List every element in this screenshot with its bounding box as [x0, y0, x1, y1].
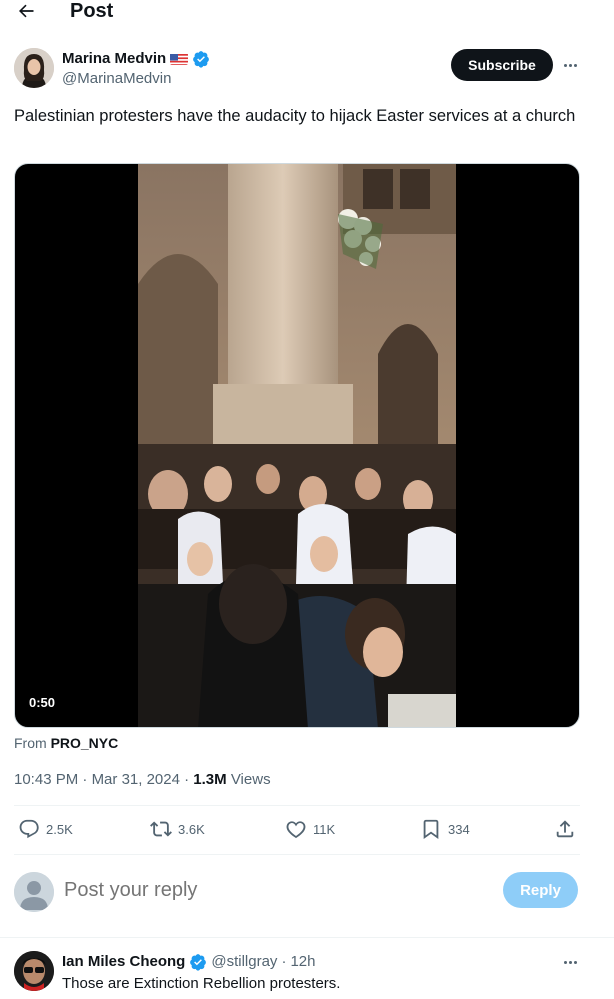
reply-button[interactable]: 2.5K: [18, 818, 73, 840]
from-label: From: [14, 735, 47, 751]
commenter-avatar[interactable]: [14, 951, 54, 991]
repost-icon: [150, 821, 172, 837]
reply-icon: [19, 819, 39, 839]
video-source: From PRO_NYC: [14, 735, 118, 751]
commenter-name[interactable]: Ian Miles Cheong: [62, 953, 185, 971]
verified-badge-icon: [190, 954, 207, 971]
source-link[interactable]: PRO_NYC: [51, 735, 119, 751]
verified-badge-icon: [193, 51, 210, 68]
divider: [14, 805, 580, 806]
share-icon: [556, 820, 574, 838]
us-flag-icon: [170, 53, 189, 65]
arrow-left-icon: [19, 4, 34, 18]
author-avatar[interactable]: [14, 48, 54, 88]
more-icon[interactable]: [558, 950, 582, 974]
reply-input[interactable]: [64, 877, 444, 903]
comment-time[interactable]: 12h: [290, 953, 315, 971]
author-name[interactable]: Marina Medvin: [62, 50, 166, 68]
reply-submit-button[interactable]: Reply: [503, 872, 578, 908]
heart-icon: [286, 821, 306, 839]
repost-button[interactable]: 3.6K: [150, 818, 205, 840]
video-duration: 0:50: [29, 695, 56, 710]
divider: [14, 854, 580, 855]
current-user-avatar: [14, 872, 54, 912]
views-label: Views: [230, 771, 271, 788]
bookmark-icon: [423, 819, 439, 839]
repost-count: 3.6K: [178, 821, 205, 837]
action-bar: 2.5K 3.6K 11K 334: [14, 818, 580, 842]
share-button[interactable]: [554, 818, 576, 840]
like-button[interactable]: 11K: [285, 818, 335, 840]
post-meta: 10:43 PM · Mar 31, 2024 · 1.3M Views: [14, 771, 271, 788]
author-name-row: Marina Medvin: [62, 50, 210, 68]
post-text: Palestinian protesters have the audacity…: [14, 107, 576, 125]
comment-text: Those are Extinction Rebellion protester…: [62, 975, 341, 992]
commenter-handle[interactable]: @stillgray: [211, 953, 277, 971]
like-count: 11K: [313, 821, 336, 837]
back-button[interactable]: [14, 0, 38, 22]
reply-count: 2.5K: [46, 821, 73, 837]
subscribe-button[interactable]: Subscribe: [451, 49, 553, 81]
post-date[interactable]: Mar 31, 2024: [92, 771, 180, 788]
page-title: Post: [70, 0, 114, 22]
bookmark-count: 334: [448, 821, 470, 837]
top-bar: Post: [0, 0, 614, 24]
bookmark-button[interactable]: 334: [420, 818, 470, 840]
video-frame: [138, 164, 456, 727]
video-player[interactable]: 0:50: [14, 163, 580, 728]
views-count: 1.3M: [193, 771, 227, 788]
comment-header: Ian Miles Cheong @stillgray · 12h: [62, 953, 316, 971]
divider: [0, 937, 614, 938]
author-handle[interactable]: @MarinaMedvin: [62, 70, 171, 88]
post-time[interactable]: 10:43 PM: [14, 771, 78, 788]
more-icon[interactable]: [558, 53, 582, 77]
